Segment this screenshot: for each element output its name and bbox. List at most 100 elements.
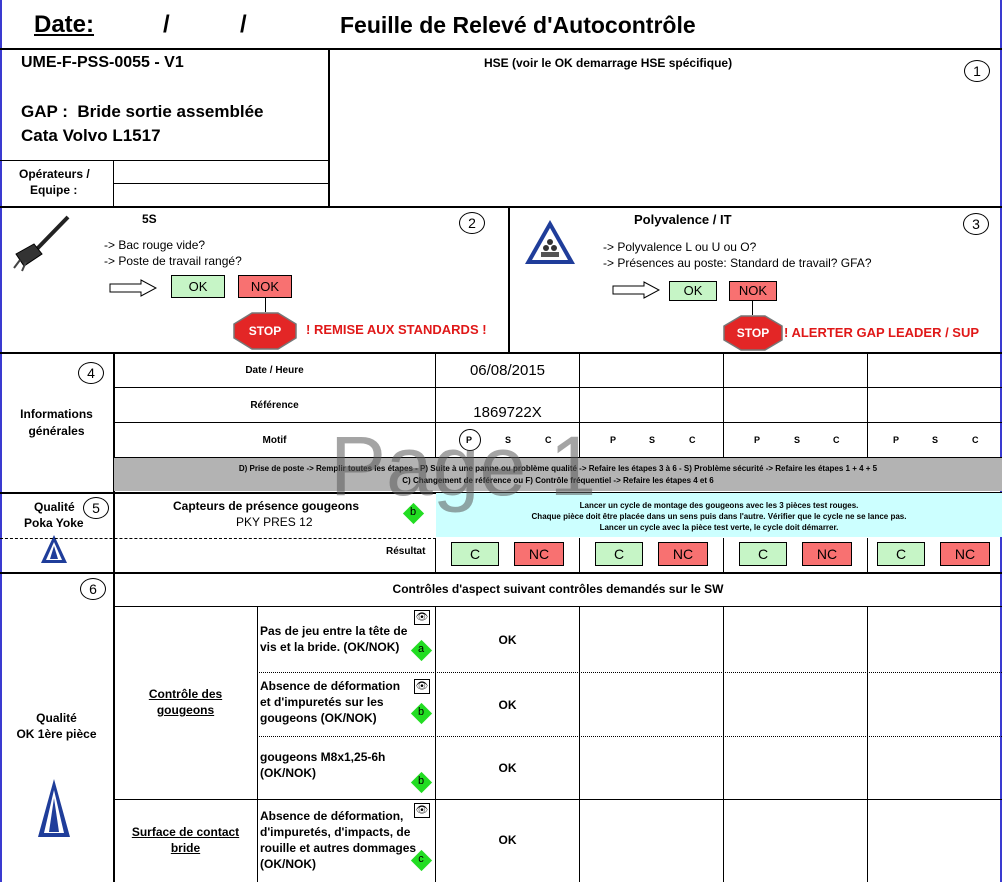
- date-heure-label: Date / Heure: [245, 364, 304, 376]
- group-controle-gougeons: gougeons: [156, 703, 215, 717]
- info-label: générales: [28, 424, 85, 438]
- section-5s-title: 5S: [142, 212, 157, 226]
- pokayoke-nc-button[interactable]: NC: [940, 542, 990, 566]
- motif-c[interactable]: C: [972, 435, 979, 445]
- date-value-cell[interactable]: [724, 353, 867, 387]
- control-result-cell[interactable]: [868, 607, 1000, 880]
- step-number-2: 2: [459, 212, 485, 234]
- motif-p[interactable]: P: [610, 435, 616, 445]
- control-item-text: Absence de déformation: [260, 679, 401, 693]
- stop-label: STOP: [248, 324, 282, 338]
- step-number-1: 1: [964, 60, 990, 82]
- control-item-text: rouille et autres dommages: [260, 841, 417, 855]
- arrow-right-icon: [109, 279, 157, 297]
- pokayoke-nc-button[interactable]: NC: [802, 542, 852, 566]
- sheet-title: Feuille de Relevé d'Autocontrôle: [340, 12, 696, 38]
- pokayoke-c-button[interactable]: C: [877, 542, 925, 566]
- pokayoke-instruction: Chaque pièce doit être placée dans un se…: [531, 512, 907, 521]
- pokayoke-c-button[interactable]: C: [451, 542, 499, 566]
- connector-line: [752, 301, 753, 315]
- operators-field[interactable]: [115, 161, 327, 182]
- reference-value-cell[interactable]: 1869722X: [436, 404, 579, 421]
- resultat-label: Résultat: [386, 546, 426, 557]
- polyvalence-title: Polyvalence / IT: [634, 212, 732, 227]
- divider: [0, 48, 1002, 50]
- motif-legend: D) Prise de poste -> Remplir toutes les …: [238, 464, 878, 473]
- operators-label: Equipe :: [30, 183, 78, 197]
- control-result-cell[interactable]: OK: [436, 737, 579, 799]
- check-5s-workstation: -> Poste de travail rangé?: [104, 254, 242, 268]
- motif-s[interactable]: S: [794, 435, 800, 445]
- check-polyvalence: -> Polyvalence L ou U ou O?: [603, 240, 757, 254]
- motif-s[interactable]: S: [505, 435, 511, 445]
- pokayoke-c-button[interactable]: C: [739, 542, 787, 566]
- divider: [0, 206, 1002, 208]
- capteur-label: Capteurs de présence gougeons: [173, 499, 360, 513]
- motif-c[interactable]: C: [545, 435, 552, 445]
- team-field[interactable]: [115, 184, 327, 205]
- control-item-text: (OK/NOK): [260, 766, 316, 780]
- date-separator: /: [163, 11, 170, 38]
- date-value-cell[interactable]: [868, 353, 1002, 387]
- pokayoke-nc-button[interactable]: NC: [658, 542, 708, 566]
- control-result-cell[interactable]: OK: [436, 800, 579, 880]
- divider: [579, 538, 580, 572]
- divider: [435, 538, 436, 572]
- control-result-cell[interactable]: OK: [436, 607, 579, 672]
- motif-p[interactable]: P: [893, 435, 899, 445]
- date-value-cell[interactable]: 06/08/2015: [436, 353, 579, 387]
- divider: [113, 160, 114, 206]
- eye-icon: 👁: [414, 679, 430, 694]
- motif-legend: C) Changement de référence ou F) Contrôl…: [402, 476, 714, 485]
- motif-c[interactable]: C: [689, 435, 696, 445]
- motif-s[interactable]: S: [649, 435, 655, 445]
- control-result-cell[interactable]: [580, 607, 723, 880]
- control-result-cell[interactable]: [724, 607, 867, 880]
- 5s-ok-button[interactable]: OK: [171, 275, 225, 298]
- badge-letter: b: [417, 706, 425, 718]
- reference-label: Référence: [250, 399, 299, 411]
- step-number-5: 5: [83, 497, 109, 519]
- date-separator: /: [240, 11, 247, 38]
- capteur-code: PKY PRES 12: [236, 515, 313, 529]
- step-number-6: 6: [80, 578, 106, 600]
- hse-label: HSE (voir le OK demarrage HSE spécifique…: [484, 56, 733, 70]
- aspect-header: Contrôles d'aspect suivant contrôles dem…: [392, 582, 724, 596]
- motif-p[interactable]: P: [466, 435, 472, 445]
- control-result-cell[interactable]: OK: [436, 673, 579, 736]
- polyvalence-nok-button[interactable]: NOK: [729, 281, 777, 301]
- dashed-divider: [0, 538, 436, 539]
- polyvalence-triangle-icon: [525, 220, 575, 264]
- date-value-cell[interactable]: [580, 353, 723, 387]
- motif-c[interactable]: C: [833, 435, 840, 445]
- divider: [723, 538, 724, 572]
- polyvalence-ok-button[interactable]: OK: [669, 281, 717, 301]
- motif-s[interactable]: S: [932, 435, 938, 445]
- arrow-right-icon: [612, 281, 660, 299]
- control-item-text: Absence de déformation,: [260, 809, 404, 823]
- badge-letter: b: [409, 506, 417, 518]
- check-presences: -> Présences au poste: Standard de trava…: [603, 256, 872, 270]
- document-reference: UME-F-PSS-0055 - V1: [21, 54, 184, 71]
- pokayoke-label: Qualité: [34, 500, 75, 514]
- control-item-text: d'impuretés, d'impacts, de: [260, 825, 411, 839]
- broom-icon: [13, 215, 70, 272]
- eye-icon: 👁: [414, 610, 430, 625]
- pokayoke-c-button[interactable]: C: [595, 542, 643, 566]
- 5s-nok-button[interactable]: NOK: [238, 275, 292, 298]
- pokayoke-instruction: Lancer un cycle avec la pièce test verte…: [599, 523, 839, 532]
- control-item-text: (OK/NOK): [260, 857, 316, 871]
- control-item-text: Pas de jeu entre la tête de: [260, 624, 408, 638]
- badge-letter: a: [417, 643, 425, 655]
- group-surface-contact: Surface de contact: [131, 825, 240, 839]
- group-controle-gougeons: Contrôle des: [148, 687, 223, 701]
- motif-p[interactable]: P: [754, 435, 760, 445]
- pokayoke-nc-button[interactable]: NC: [514, 542, 564, 566]
- connector-line: [265, 298, 266, 312]
- cata-line: Cata Volvo L1517: [21, 126, 161, 145]
- 5s-warning: ! REMISE AUX STANDARDS !: [306, 322, 487, 337]
- gap-line: GAP : Bride sortie assemblée: [21, 102, 264, 121]
- motif-legend-bar: [114, 458, 1002, 491]
- divider: [257, 606, 258, 882]
- date-label: Date:: [34, 11, 95, 38]
